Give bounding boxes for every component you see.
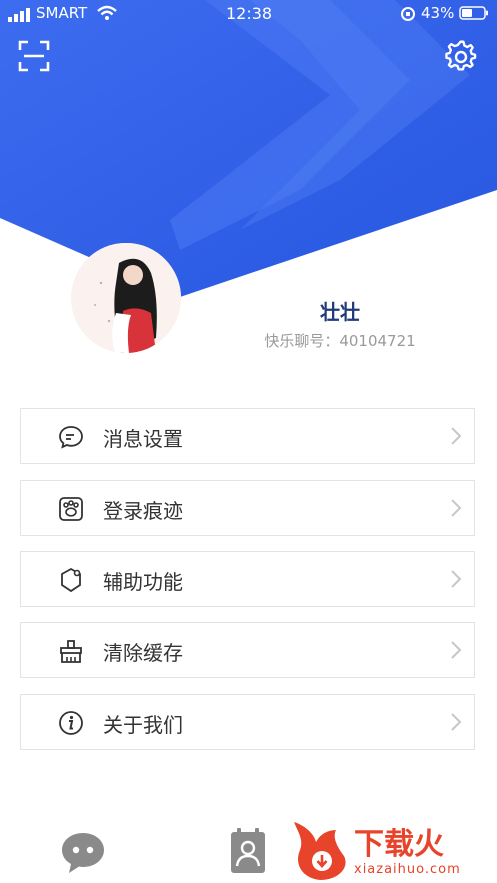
menu-item-accessibility[interactable]: 辅助功能 bbox=[20, 551, 475, 607]
menu-label: 登录痕迹 bbox=[103, 499, 183, 523]
watermark-url: xiazaihuo.com bbox=[354, 862, 461, 877]
menu-item-clear-cache[interactable]: 清除缓存 bbox=[20, 622, 475, 678]
chevron-right-icon bbox=[451, 427, 462, 445]
status-time: 12:38 bbox=[226, 4, 273, 23]
menu-label: 关于我们 bbox=[103, 713, 183, 737]
avatar[interactable] bbox=[71, 243, 181, 353]
chevron-right-icon bbox=[451, 641, 462, 659]
broom-icon bbox=[60, 640, 82, 663]
profile-name: 壮壮 bbox=[320, 300, 360, 324]
menu-label: 清除缓存 bbox=[103, 641, 183, 665]
menu-item-about-us[interactable]: 关于我们 bbox=[20, 694, 475, 750]
menu-label: 消息设置 bbox=[103, 427, 183, 451]
rotation-lock-icon bbox=[401, 7, 415, 21]
header-background bbox=[0, 0, 497, 297]
battery-percent: 43% bbox=[421, 4, 455, 22]
battery-icon bbox=[459, 6, 488, 20]
menu-item-login-history[interactable]: 登录痕迹 bbox=[20, 480, 475, 536]
message-bubble-icon bbox=[59, 426, 83, 449]
chat-tab-icon[interactable] bbox=[60, 831, 106, 875]
avatar-image bbox=[71, 243, 181, 353]
paw-icon bbox=[59, 497, 83, 521]
profile-id-value: 40104721 bbox=[339, 332, 416, 350]
profile-id-label: 快乐聊号： bbox=[264, 332, 340, 350]
chevron-right-icon bbox=[451, 499, 462, 517]
carrier-name: SMART bbox=[36, 4, 88, 22]
gear-icon[interactable] bbox=[445, 40, 477, 72]
status-bar: SMART 12:38 43% bbox=[0, 0, 497, 28]
profile-id: 快乐聊号：40104721 bbox=[245, 330, 435, 351]
menu-item-message-settings[interactable]: 消息设置 bbox=[20, 408, 475, 464]
chevron-right-icon bbox=[451, 570, 462, 588]
shield-icon bbox=[61, 567, 81, 593]
wifi-icon bbox=[97, 5, 117, 20]
info-icon bbox=[59, 711, 83, 735]
menu-label: 辅助功能 bbox=[103, 570, 183, 594]
contacts-tab-icon[interactable] bbox=[230, 828, 266, 874]
watermark-brand: 下载火 bbox=[354, 827, 444, 862]
scan-icon[interactable] bbox=[18, 40, 50, 72]
chevron-right-icon bbox=[451, 713, 462, 731]
signal-icon bbox=[8, 8, 30, 22]
